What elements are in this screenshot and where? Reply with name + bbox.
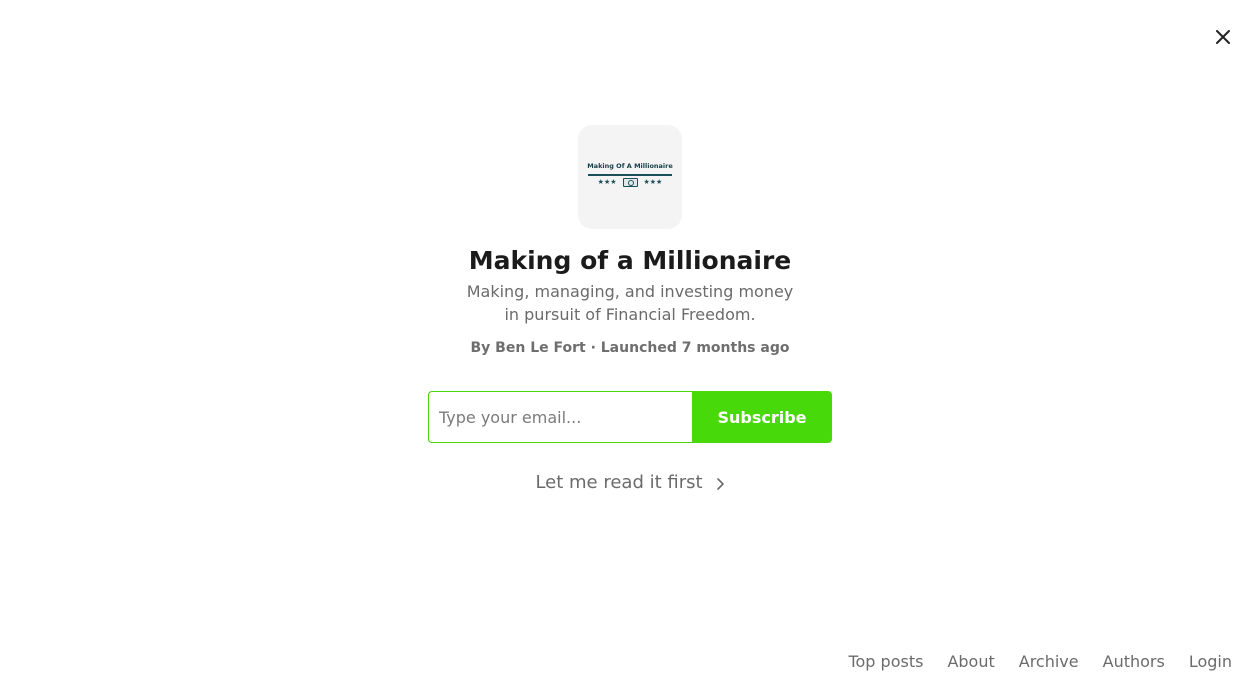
read-first-label: Let me read it first [535, 472, 703, 493]
footer-link-login[interactable]: Login [1189, 650, 1232, 674]
stars-right-icon: ★★★ [643, 177, 663, 186]
read-first-link[interactable]: Let me read it first [0, 470, 1260, 496]
subscribe-landing-page: Making Of A Millionaire ★★★ ★★★ Making o… [0, 0, 1260, 700]
footer-link-top-posts[interactable]: Top posts [848, 650, 923, 674]
email-input[interactable] [428, 391, 692, 443]
footer-link-about[interactable]: About [947, 650, 994, 674]
close-icon [1216, 30, 1230, 44]
publication-title: Making of a Millionaire [468, 246, 792, 275]
logo-wordmark: Making Of A Millionaire [587, 161, 673, 170]
chevron-right-icon [715, 477, 725, 491]
banknote-icon [622, 177, 638, 187]
subscribe-form: Subscribe [428, 391, 832, 443]
footer-link-authors[interactable]: Authors [1103, 650, 1165, 674]
publication-subtitle: Making, managing, and investing money in… [466, 282, 794, 324]
subscribe-button[interactable]: Subscribe [692, 391, 832, 443]
publication-logo: Making Of A Millionaire ★★★ ★★★ [578, 125, 682, 229]
footer-nav: Top posts About Archive Authors Login [848, 650, 1232, 674]
footer-link-archive[interactable]: Archive [1019, 650, 1079, 674]
logo-ornament: ★★★ ★★★ [597, 177, 663, 187]
stars-left-icon: ★★★ [597, 177, 617, 186]
logo-divider [588, 173, 672, 176]
publication-byline: By Ben Le Fort · Launched 7 months ago [470, 340, 790, 356]
close-button[interactable] [1212, 26, 1234, 48]
